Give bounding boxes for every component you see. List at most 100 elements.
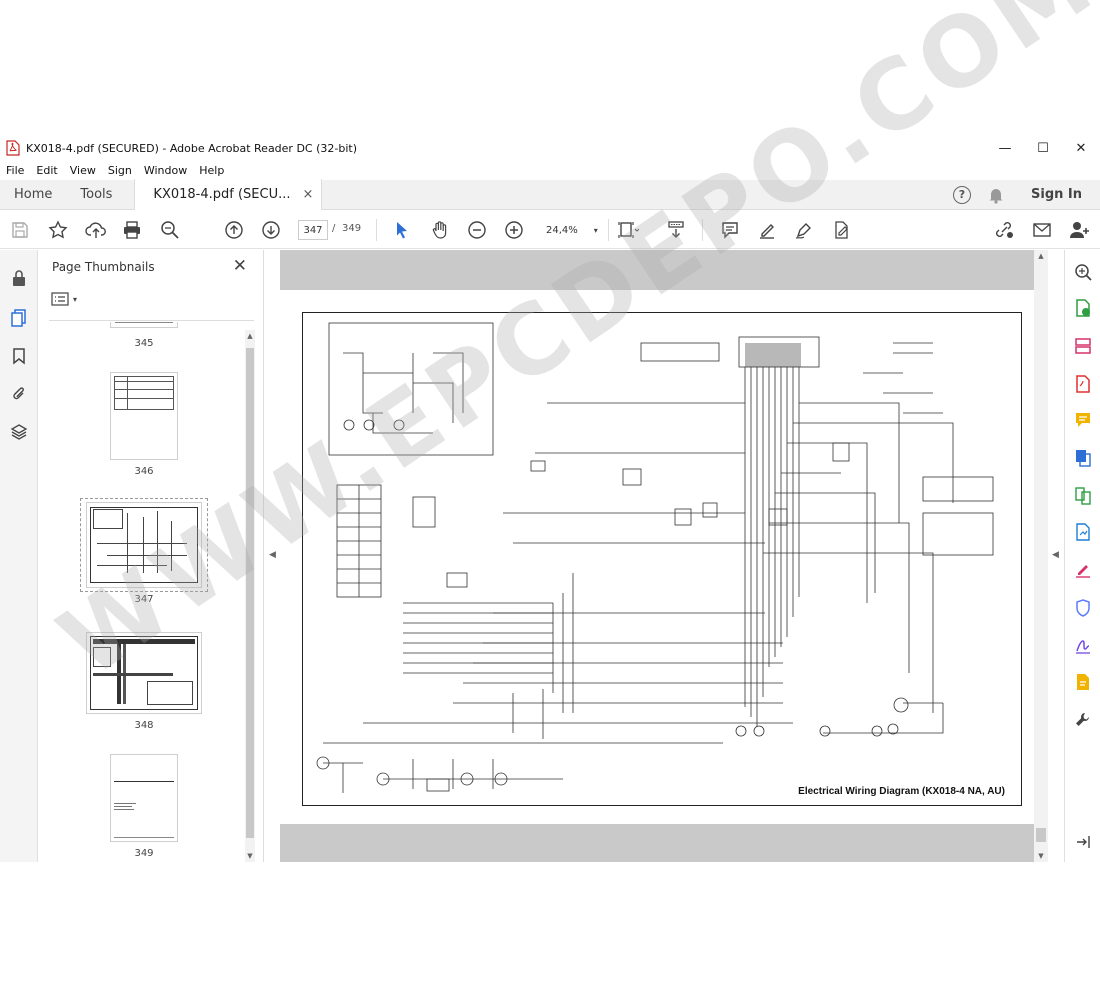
thumbnail-list: 345 346 347 348 349: [39, 322, 244, 862]
tab-tools[interactable]: Tools: [66, 180, 126, 210]
highlight-pen-icon[interactable]: [755, 218, 779, 242]
page-down-icon[interactable]: [259, 218, 283, 242]
combine-files-icon[interactable]: [1073, 448, 1093, 468]
compare-files-icon[interactable]: [1073, 486, 1093, 506]
create-pdf-icon[interactable]: [1073, 374, 1093, 394]
help-icon[interactable]: ?: [953, 185, 971, 204]
collapse-left-icon[interactable]: ◀: [269, 550, 276, 560]
scrollbar-thumb[interactable]: [1036, 828, 1046, 842]
document-viewport[interactable]: Electrical Wiring Diagram (KX018-4 NA, A…: [280, 250, 1034, 862]
thumbnail-scrollbar[interactable]: ▲ ▼: [245, 330, 255, 862]
bookmark-star-icon[interactable]: [46, 218, 70, 242]
tab-close-icon[interactable]: ×: [303, 187, 314, 202]
pdf-file-icon: [6, 140, 20, 156]
thumbnail-label: 347: [134, 594, 154, 605]
zoom-in-icon[interactable]: [502, 218, 526, 242]
toolbar-divider: [702, 219, 703, 241]
page-up-icon[interactable]: [222, 218, 246, 242]
minimize-button[interactable]: —: [986, 136, 1024, 160]
chevron-down-icon[interactable]: ▼: [245, 852, 255, 860]
diagram-caption: Electrical Wiring Diagram (KX018-4 NA, A…: [798, 786, 1005, 797]
page-number-input[interactable]: 347: [298, 220, 328, 240]
request-signature-icon[interactable]: [1073, 636, 1093, 656]
thumbnail-page-348[interactable]: [86, 632, 202, 714]
edit-pdf-icon[interactable]: [1073, 522, 1093, 542]
close-icon[interactable]: ✕: [233, 256, 247, 276]
expand-panel-icon[interactable]: [1073, 832, 1093, 852]
wiring-diagram: Electrical Wiring Diagram (KX018-4 NA, A…: [302, 312, 1022, 806]
fill-sign-icon[interactable]: [829, 218, 853, 242]
thumbnail-page-345[interactable]: [110, 322, 178, 328]
zoom-value: 24,4%: [546, 224, 578, 236]
thumbnail-label: 348: [134, 720, 154, 731]
email-icon[interactable]: [1030, 218, 1054, 242]
attachment-icon[interactable]: [9, 384, 29, 404]
right-tools-rail: [1064, 250, 1100, 862]
page-fit-icon[interactable]: [616, 218, 640, 242]
thumbnail-label: 345: [134, 338, 154, 349]
enhance-scan-icon[interactable]: [1073, 262, 1093, 282]
menu-edit[interactable]: Edit: [30, 164, 63, 177]
menu-window[interactable]: Window: [138, 164, 193, 177]
panel-title: Page Thumbnails: [52, 260, 155, 274]
tab-bar: Home Tools KX018-4.pdf (SECU... × ? Sign…: [0, 179, 1100, 210]
save-icon[interactable]: [8, 218, 32, 242]
send-for-review-icon[interactable]: [1073, 672, 1093, 692]
print-icon[interactable]: [120, 218, 144, 242]
notification-bell-icon[interactable]: [987, 186, 1005, 204]
close-button[interactable]: ✕: [1062, 136, 1100, 160]
sign-in-button[interactable]: Sign In: [1031, 187, 1082, 202]
collapse-right-icon[interactable]: ◀: [1052, 550, 1059, 560]
panel-divider: [49, 320, 254, 321]
lock-icon[interactable]: [9, 268, 29, 288]
chevron-up-icon[interactable]: ▲: [245, 332, 255, 340]
chevron-down-icon[interactable]: ▼: [1036, 852, 1046, 860]
scrollbar-thumb[interactable]: [246, 348, 254, 838]
select-cursor-icon[interactable]: [390, 218, 414, 242]
fill-sign-tool-icon[interactable]: [1073, 560, 1093, 580]
tab-home[interactable]: Home: [0, 180, 66, 210]
thumbnail-page-346[interactable]: [110, 372, 178, 460]
draw-icon[interactable]: [792, 218, 816, 242]
chevron-up-icon[interactable]: ▲: [1036, 252, 1046, 260]
thumbnail-page-349[interactable]: [110, 754, 178, 842]
maximize-button[interactable]: ☐: [1024, 136, 1062, 160]
title-bar: KX018-4.pdf (SECURED) - Adobe Acrobat Re…: [0, 136, 1100, 160]
chevron-down-icon: ▾: [593, 225, 598, 235]
thumbnail-label: 346: [134, 466, 154, 477]
bookmark-icon[interactable]: [9, 346, 29, 366]
menu-view[interactable]: View: [64, 164, 102, 177]
zoom-select[interactable]: 24,4% ▾: [540, 220, 602, 240]
comment-tool-icon[interactable]: [1073, 410, 1093, 430]
scroll-mode-icon[interactable]: [664, 218, 688, 242]
organize-pages-icon[interactable]: [1073, 336, 1093, 356]
window-title: KX018-4.pdf (SECURED) - Adobe Acrobat Re…: [26, 141, 358, 155]
comment-icon[interactable]: [718, 218, 742, 242]
page-thumbnails-icon[interactable]: [9, 308, 29, 328]
panel-splitter[interactable]: ◀: [264, 250, 280, 862]
thumbnail-options-button[interactable]: ▾: [51, 290, 81, 308]
menu-file[interactable]: File: [0, 164, 30, 177]
protect-shield-icon[interactable]: [1073, 598, 1093, 618]
tab-document[interactable]: KX018-4.pdf (SECU... ×: [134, 179, 323, 210]
add-user-icon[interactable]: [1068, 218, 1092, 242]
layers-icon[interactable]: [9, 422, 29, 442]
cloud-upload-icon[interactable]: [84, 218, 108, 242]
thumbnail-page-347[interactable]: [86, 502, 202, 588]
page-total: 349: [342, 223, 362, 234]
share-link-icon[interactable]: [992, 218, 1016, 242]
more-tools-wrench-icon[interactable]: [1073, 710, 1093, 730]
menu-bar: File Edit View Sign Window Help: [0, 160, 1100, 180]
main-toolbar: 347 / 349 24,4% ▾: [0, 211, 1100, 249]
wiring-diagram-drawing: [316, 322, 994, 793]
export-pdf-icon[interactable]: [1073, 298, 1093, 318]
zoom-search-icon[interactable]: [158, 218, 182, 242]
zoom-out-icon[interactable]: [465, 218, 489, 242]
menu-sign[interactable]: Sign: [102, 164, 138, 177]
menu-help[interactable]: Help: [193, 164, 230, 177]
document-scrollbar[interactable]: ▲ ▼: [1034, 250, 1048, 862]
hand-icon[interactable]: [428, 218, 452, 242]
tab-document-label: KX018-4.pdf (SECU...: [153, 187, 291, 202]
pdf-page: Electrical Wiring Diagram (KX018-4 NA, A…: [280, 290, 1034, 824]
chevron-down-icon: ▾: [73, 294, 78, 304]
